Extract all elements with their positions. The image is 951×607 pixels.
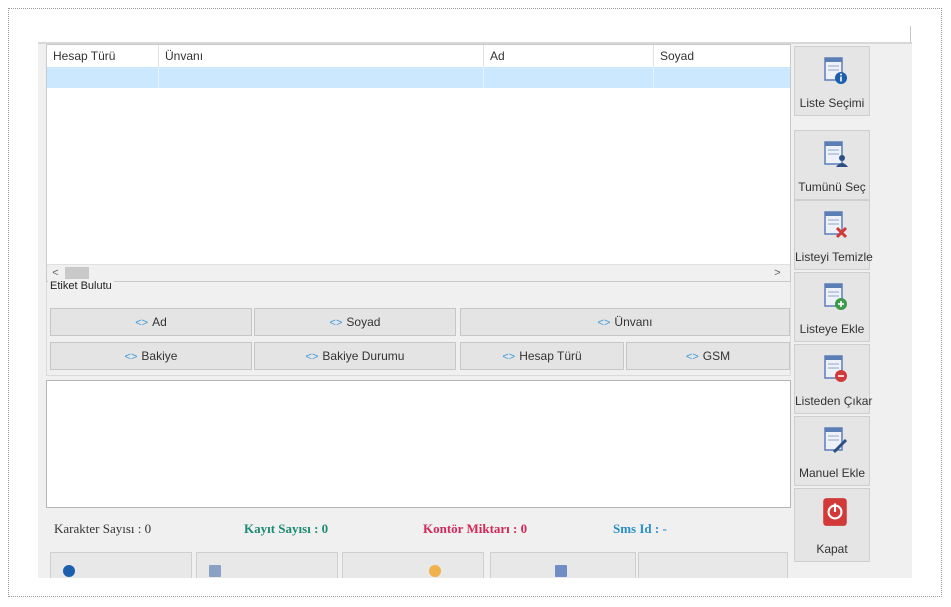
- list-edit-icon: [824, 427, 848, 454]
- char-count-label: Karakter Sayısı : 0: [54, 521, 152, 536]
- tag-button-soyad[interactable]: <> Soyad: [254, 308, 456, 336]
- tag-label: Ad: [152, 315, 167, 329]
- manual-add-label: Manuel Ekle: [798, 466, 866, 480]
- column-header-ad[interactable]: Ad: [484, 45, 654, 67]
- tag-label: Ünvanı: [614, 315, 653, 329]
- document-icon: [209, 565, 221, 577]
- scroll-right-arrow[interactable]: >: [769, 265, 786, 281]
- manual-add-button[interactable]: Manuel Ekle: [794, 416, 870, 486]
- sms-window: Hesap Türü Ünvanı Ad Soyad < > Etiket Bu…: [38, 44, 912, 578]
- bottom-button-4[interactable]: [490, 552, 636, 578]
- info-icon: [63, 565, 75, 577]
- bottom-button-1[interactable]: [50, 552, 192, 578]
- close-button[interactable]: Kapat: [794, 488, 870, 562]
- table-cell: [47, 67, 159, 88]
- tag-button-bakiye-durumu[interactable]: <> Bakiye Durumu: [254, 342, 456, 370]
- remove-from-list-button[interactable]: Listeden Çıkar: [794, 344, 873, 414]
- table-cell: [484, 67, 654, 88]
- tag-label: GSM: [702, 349, 731, 363]
- code-icon: <>: [502, 351, 516, 363]
- clear-list-button[interactable]: Listeyi Temizle: [794, 200, 873, 270]
- code-icon: <>: [124, 351, 138, 363]
- column-header-soyad[interactable]: Soyad: [654, 45, 790, 67]
- tag-button-ad[interactable]: <> Ad: [50, 308, 252, 336]
- grid-header: Hesap Türü Ünvanı Ad Soyad: [47, 45, 790, 67]
- table-cell: [159, 67, 484, 88]
- code-icon: <>: [305, 351, 319, 363]
- power-icon: [823, 498, 847, 526]
- horizontal-scrollbar[interactable]: < >: [47, 264, 790, 281]
- column-header-unvani[interactable]: Ünvanı: [159, 45, 484, 67]
- tag-button-hesap-turu[interactable]: <> Hesap Türü: [460, 342, 624, 370]
- tag-label: Soyad: [346, 315, 381, 329]
- list-user-icon: [824, 141, 848, 167]
- tag-label: Bakiye Durumu: [322, 349, 405, 363]
- list-remove-icon: [824, 355, 847, 382]
- table-row-selected[interactable]: [47, 67, 790, 88]
- bottom-button-3[interactable]: [342, 552, 484, 578]
- code-icon: <>: [685, 351, 699, 363]
- remove-from-list-label: Listeden Çıkar: [795, 394, 873, 408]
- code-icon: <>: [135, 317, 149, 329]
- sms-id-label: Sms Id : -: [613, 521, 667, 536]
- clear-list-label: Listeyi Temizle: [795, 250, 873, 264]
- code-icon: <>: [597, 317, 611, 329]
- bottom-button-2[interactable]: [196, 552, 338, 578]
- tag-button-bakiye[interactable]: <> Bakiye: [50, 342, 252, 370]
- bottom-button-5[interactable]: [638, 552, 788, 578]
- add-to-list-label: Listeye Ekle: [799, 322, 865, 336]
- select-all-label: Tumünü Seç: [798, 180, 866, 194]
- tag-button-gsm[interactable]: <> GSM: [626, 342, 790, 370]
- tag-label: Bakiye: [141, 349, 178, 363]
- tag-button-unvani[interactable]: <> Ünvanı: [460, 308, 790, 336]
- list-select-button[interactable]: Liste Seçimi: [794, 46, 870, 116]
- record-count-label: Kayıt Sayısı : 0: [244, 521, 329, 536]
- recipient-grid[interactable]: Hesap Türü Ünvanı Ad Soyad < >: [46, 44, 791, 282]
- list-info-icon: [824, 57, 847, 84]
- list-select-label: Liste Seçimi: [799, 96, 865, 110]
- scroll-left-arrow[interactable]: <: [47, 265, 64, 281]
- list-clear-icon: [824, 211, 848, 239]
- add-to-list-button[interactable]: Listeye Ekle: [794, 272, 870, 342]
- calendar-icon: [555, 565, 567, 577]
- select-all-button[interactable]: Tumünü Seç: [794, 130, 870, 200]
- tag-cloud-title: Etiket Bulutu: [48, 280, 114, 292]
- code-icon: <>: [329, 317, 343, 329]
- list-add-icon: [824, 283, 847, 310]
- credit-label: Kontör Miktarı : 0: [423, 521, 528, 536]
- close-label: Kapat: [816, 542, 848, 556]
- tag-label: Hesap Türü: [519, 349, 582, 363]
- folder-icon: [429, 565, 441, 577]
- message-textarea[interactable]: [46, 380, 791, 508]
- column-header-hesap-turu[interactable]: Hesap Türü: [47, 45, 159, 67]
- scroll-thumb[interactable]: [65, 267, 89, 279]
